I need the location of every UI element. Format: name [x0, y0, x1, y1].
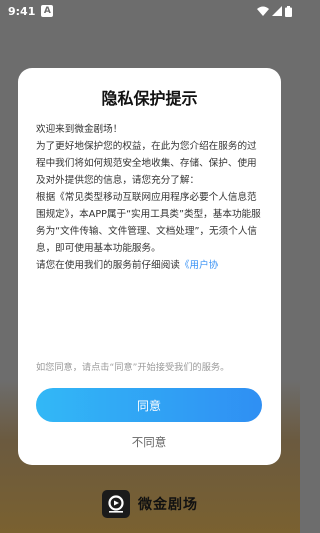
- brand-name: 微金剧场: [138, 497, 198, 513]
- wifi-icon: [257, 6, 269, 16]
- app-logo-icon: [102, 490, 130, 518]
- notification-icon: A: [41, 5, 54, 17]
- agree-button[interactable]: 同意: [36, 388, 262, 422]
- welcome-text: 欢迎来到微金剧场！: [36, 124, 123, 135]
- user-agreement-link[interactable]: 《用户协: [180, 260, 218, 271]
- privacy-dialog: 隐私保护提示 欢迎来到微金剧场！ 为了更好地保护您的权益，在此为您介绍在服务的过…: [18, 68, 281, 465]
- disagree-button[interactable]: 不同意: [36, 431, 262, 453]
- regulation-paragraph: 根据《常见类型移动互联网应用程序必要个人信息范围规定》，本APP属于“实用工具类…: [36, 192, 261, 254]
- brand-logo: 微金剧场: [0, 487, 300, 521]
- read-notice: 请您在使用我们的服务前仔细阅读《用户协: [36, 257, 266, 274]
- status-icons: [257, 5, 292, 17]
- dialog-title: 隐私保护提示: [101, 89, 198, 108]
- status-bar: 9:41 A: [0, 0, 300, 22]
- battery-icon: [285, 5, 292, 17]
- dialog-body: 欢迎来到微金剧场！ 为了更好地保护您的权益，在此为您介绍在服务的过程中我们将如何…: [36, 121, 266, 274]
- intro-paragraph: 为了更好地保护您的权益，在此为您介绍在服务的过程中我们将如何规范安全地收集、存储…: [36, 141, 257, 186]
- status-time: 9:41: [8, 4, 36, 18]
- read-notice-text: 请您在使用我们的服务前仔细阅读: [36, 260, 180, 271]
- consent-hint: 如您同意，请点击“同意”开始接受我们的服务。: [36, 362, 230, 373]
- signal-icon: [272, 6, 282, 16]
